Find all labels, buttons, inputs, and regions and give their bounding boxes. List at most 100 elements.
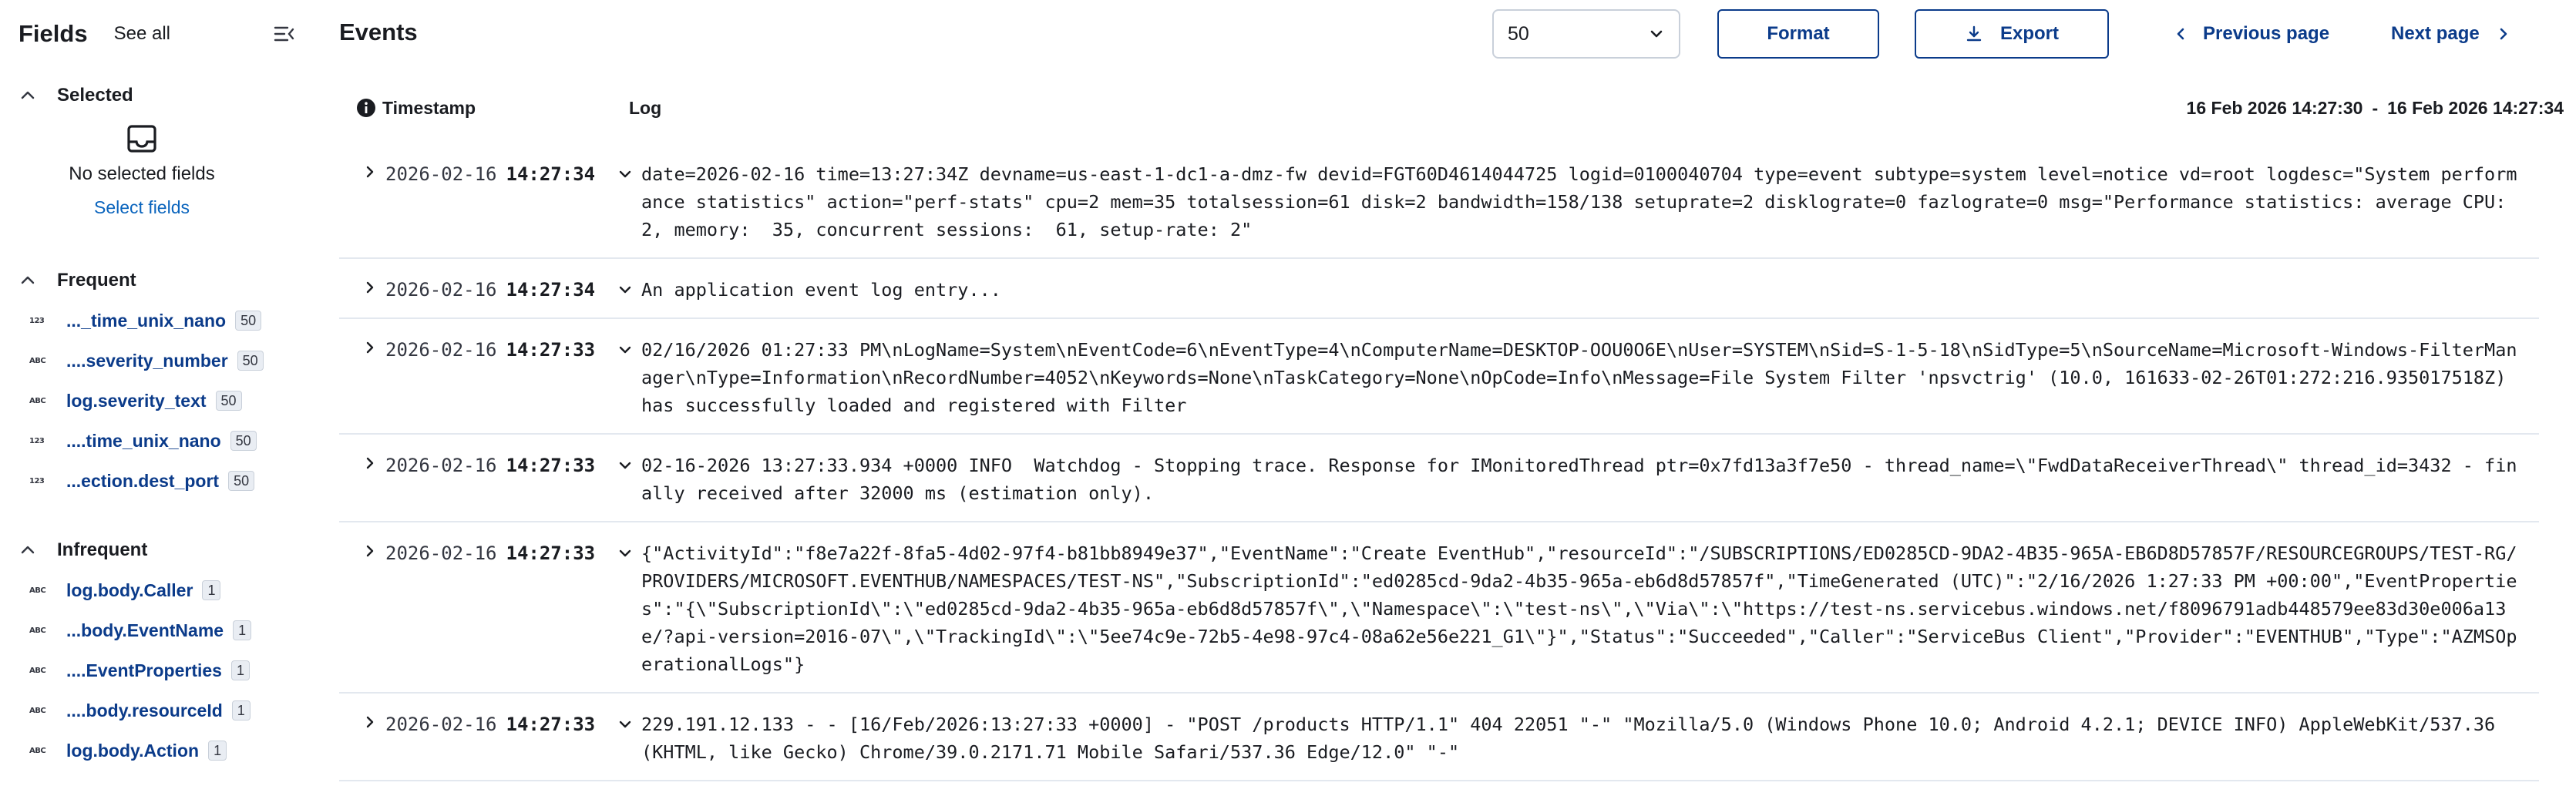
infrequent-section-title: Infrequent xyxy=(57,539,148,560)
field-type-icon: ABC xyxy=(29,666,46,675)
expand-row-button[interactable] xyxy=(355,452,385,475)
timestamp-column-header[interactable]: Timestamp xyxy=(356,92,476,123)
see-all-link[interactable]: See all xyxy=(114,23,170,45)
log-toggle-button[interactable] xyxy=(614,338,637,361)
page-size-select[interactable]: 50 xyxy=(1492,9,1680,59)
log-toggle-button[interactable] xyxy=(614,163,637,186)
log-toggle-button[interactable] xyxy=(614,278,637,301)
expand-row-button[interactable] xyxy=(355,710,385,734)
expand-row-button[interactable] xyxy=(355,539,385,563)
range-start: 16 Feb 2026 14:27:30 xyxy=(2186,97,2363,118)
empty-state: No selected fields Select fields xyxy=(18,123,265,218)
sidebar-header: Fields See all xyxy=(18,17,296,51)
format-button[interactable]: Format xyxy=(1717,9,1879,59)
frequent-section-toggle[interactable]: Frequent xyxy=(18,267,296,294)
chevron-down-icon xyxy=(619,720,631,728)
table-row: 2026-02-16 14:27:33 02-16-2026 13:27:33.9… xyxy=(339,435,2539,522)
events-panel: Events 50 Format Export Previous page Ne… xyxy=(339,0,2576,786)
timestamp-time: 14:27:34 xyxy=(506,163,596,185)
timestamp-header-label: Timestamp xyxy=(382,97,476,118)
field-item[interactable]: ABC ....severity_number 50 xyxy=(18,341,296,381)
chevron-right-icon xyxy=(366,545,374,557)
expand-row-button[interactable] xyxy=(355,336,385,359)
collapse-sidebar-icon[interactable] xyxy=(273,23,296,45)
previous-page-label: Previous page xyxy=(2203,23,2330,44)
timestamp-date: 2026-02-16 xyxy=(385,542,497,564)
chevron-right-icon xyxy=(366,166,374,178)
log-toggle-button[interactable] xyxy=(614,713,637,736)
expand-row-button[interactable] xyxy=(355,160,385,183)
previous-page-button[interactable]: Previous page xyxy=(2174,20,2329,48)
time-range: 16 Feb 2026 14:27:30 - 16 Feb 2026 14:27… xyxy=(2187,92,2564,123)
table-row: 2026-02-16 14:27:34 date=2026-02-16 time=… xyxy=(339,143,2539,259)
timestamp-time: 14:27:33 xyxy=(506,542,596,564)
info-icon[interactable] xyxy=(356,98,376,118)
field-type-icon: ABC xyxy=(29,356,46,365)
infrequent-section-toggle[interactable]: Infrequent xyxy=(18,536,296,564)
log-toggle-button[interactable] xyxy=(614,454,637,477)
inbox-tray-icon xyxy=(127,125,156,153)
field-count-badge: 1 xyxy=(202,580,221,600)
field-count-badge: 1 xyxy=(231,700,251,720)
no-selected-fields-text: No selected fields xyxy=(69,163,215,184)
field-item[interactable]: ABC ....body.resourceId 1 xyxy=(18,690,296,731)
field-type-icon: ABC xyxy=(29,746,46,755)
timestamp-time: 14:27:33 xyxy=(506,339,596,361)
log-message: 229.191.12.133 - - [16/Feb/2026:13:27:33… xyxy=(641,714,2507,763)
field-name: ....time_unix_nano xyxy=(66,430,221,451)
field-item[interactable]: ABC log.body.Action 1 xyxy=(18,731,296,771)
chevron-down-icon xyxy=(1650,30,1663,38)
timestamp-date: 2026-02-16 xyxy=(385,339,497,361)
chevron-up-icon xyxy=(21,276,35,284)
chevron-down-icon xyxy=(619,462,631,469)
chevron-left-icon xyxy=(2177,28,2184,40)
sidebar-title: Fields xyxy=(18,20,88,47)
next-page-button[interactable]: Next page xyxy=(2391,20,2510,48)
format-button-label: Format xyxy=(1767,23,1830,44)
timestamp-date: 2026-02-16 xyxy=(385,455,497,476)
field-item[interactable]: ABC log.severity_text 50 xyxy=(18,381,296,421)
fields-sidebar: Fields See all Selected No selected fiel… xyxy=(0,0,316,786)
timestamp-date: 2026-02-16 xyxy=(385,714,497,735)
timestamp-time: 14:27:33 xyxy=(506,714,596,735)
field-count-badge: 50 xyxy=(235,311,262,331)
selected-section-title: Selected xyxy=(57,85,133,106)
page-size-value: 50 xyxy=(1508,22,1529,45)
row-timestamp: 2026-02-16 14:27:33 xyxy=(385,539,614,567)
frequent-section-title: Frequent xyxy=(57,270,136,291)
field-item[interactable]: 123 ....time_unix_nano 50 xyxy=(18,421,296,461)
field-name: ....body.resourceId xyxy=(66,700,223,720)
chevron-down-icon xyxy=(619,170,631,178)
field-name: ..._time_unix_nano xyxy=(66,310,227,331)
field-item[interactable]: ABC log.body.Caller 1 xyxy=(18,570,296,610)
timestamp-time: 14:27:33 xyxy=(506,455,596,476)
field-item[interactable]: ABC ...body.EventName 1 xyxy=(18,610,296,650)
log-message: {"ActivityId":"f8e7a22f-8fa5-4d02-97f4-b… xyxy=(641,542,2517,675)
chevron-up-icon xyxy=(21,91,35,99)
table-row: 2026-02-16 14:27:34 An application event … xyxy=(339,259,2539,319)
field-item[interactable]: ABC ....EventProperties 1 xyxy=(18,650,296,690)
log-column-header: Log xyxy=(629,92,661,123)
infrequent-field-list: ABC log.body.Caller 1 ABC ...body.EventName… xyxy=(18,570,296,771)
selected-section-toggle[interactable]: Selected xyxy=(18,82,296,109)
row-timestamp: 2026-02-16 14:27:34 xyxy=(385,160,614,188)
expand-row-button[interactable] xyxy=(355,276,385,299)
export-button-label: Export xyxy=(1999,23,2059,44)
row-timestamp: 2026-02-16 14:27:34 xyxy=(385,276,614,304)
timestamp-date: 2026-02-16 xyxy=(385,279,497,301)
log-toggle-button[interactable] xyxy=(614,542,637,565)
export-button[interactable]: Export xyxy=(1915,9,2109,59)
field-item[interactable]: 123 ...ection.dest_port 50 xyxy=(18,461,296,501)
field-count-badge: 1 xyxy=(208,741,227,761)
select-fields-link[interactable]: Select fields xyxy=(18,197,265,218)
row-timestamp: 2026-02-16 14:27:33 xyxy=(385,710,614,738)
field-count-badge: 50 xyxy=(228,471,255,491)
field-type-icon: ABC xyxy=(29,586,46,595)
log-message: 02-16-2026 13:27:33.934 +0000 INFO Watch… xyxy=(641,455,2517,504)
next-page-label: Next page xyxy=(2391,23,2480,44)
field-type-icon: 123 xyxy=(29,436,45,445)
field-item[interactable]: 123 ..._time_unix_nano 50 xyxy=(18,301,296,341)
field-name: log.severity_text xyxy=(66,390,207,411)
frequent-field-list: 123 ..._time_unix_nano 50 ABC ....severity_… xyxy=(18,301,296,501)
frequent-section: Frequent 123 ..._time_unix_nano 50 ABC....… xyxy=(18,267,296,501)
